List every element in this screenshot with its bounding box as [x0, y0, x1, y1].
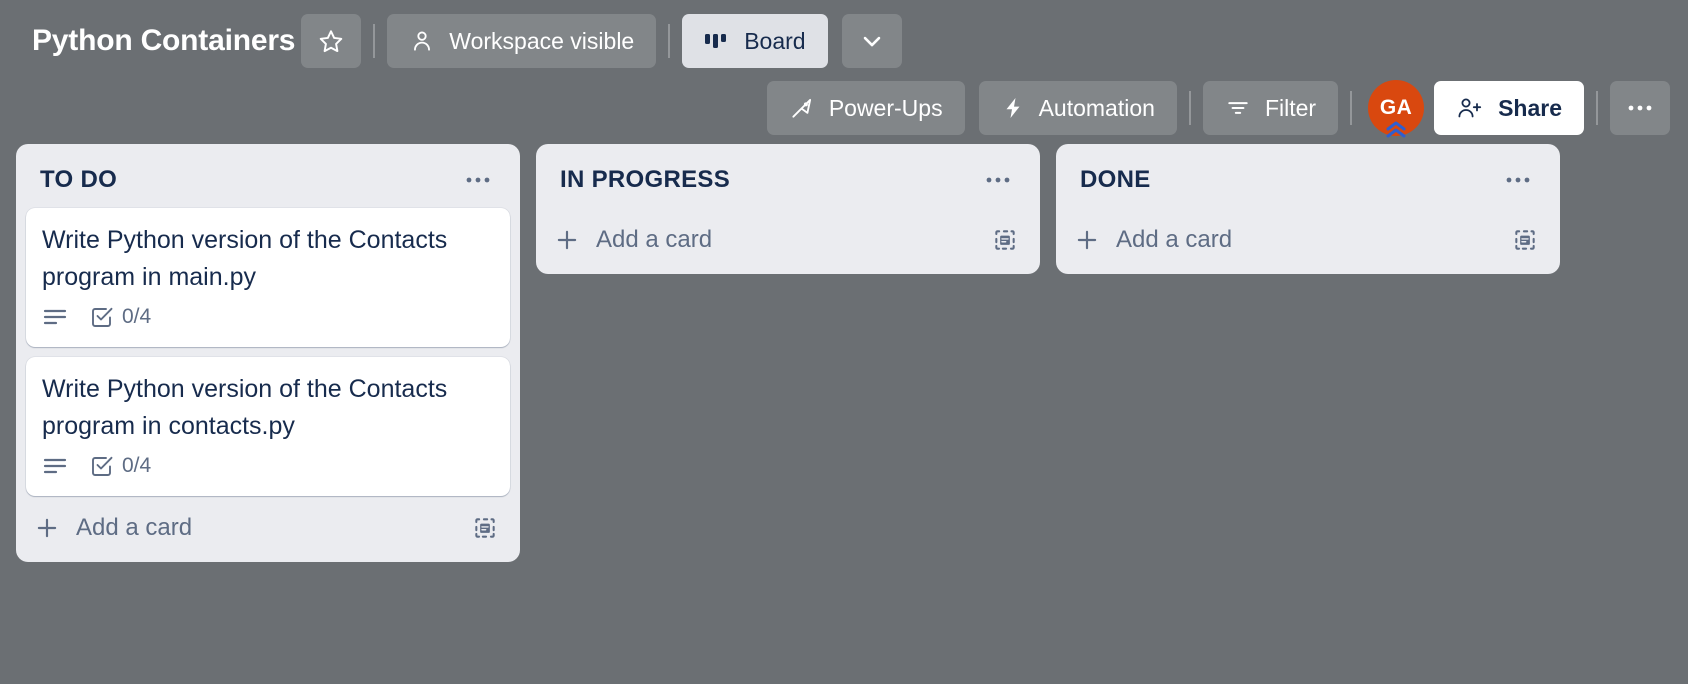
card[interactable]: Write Python version of the Contacts pro…: [26, 208, 510, 347]
list-actions-ellipsis-icon[interactable]: [1496, 169, 1540, 191]
page-title: Python Containers: [32, 24, 296, 57]
card-template-icon[interactable]: [1512, 227, 1538, 253]
share-button[interactable]: Share: [1434, 81, 1584, 135]
board-visibility-label: Workspace visible: [449, 27, 635, 54]
share-label: Share: [1498, 94, 1562, 121]
list-header: DONE: [1056, 152, 1560, 208]
lightning-bolt-icon: [1001, 95, 1025, 121]
card-template-icon[interactable]: [472, 515, 498, 541]
add-card-label: Add a card: [76, 514, 193, 541]
add-card-button[interactable]: Add a card: [554, 226, 712, 254]
card-badges: 0/4: [42, 305, 494, 333]
list-actions-ellipsis-icon[interactable]: [456, 169, 500, 191]
card-title: Write Python version of the Contacts pro…: [42, 375, 448, 440]
list-header: TO DO: [16, 152, 520, 208]
toolbar-divider-3: [1596, 91, 1598, 125]
board-menu-button[interactable]: [1610, 81, 1670, 135]
header-divider-1: [373, 24, 376, 58]
board-view-button[interactable]: Board: [682, 14, 828, 68]
add-card-button[interactable]: Add a card: [34, 514, 192, 542]
chevron-down-icon: [858, 27, 886, 55]
list-done: DONE Add a card: [1056, 144, 1560, 274]
board-lists-container: TO DO Write Python version of the Contac…: [0, 144, 1688, 674]
card-template-icon[interactable]: [992, 227, 1018, 253]
list-in-progress: IN PROGRESS Add a card: [536, 144, 1040, 274]
list-title[interactable]: DONE: [1080, 166, 1151, 194]
person-add-icon: [1456, 95, 1484, 121]
card-badges: 0/4: [42, 454, 494, 482]
automation-label: Automation: [1038, 94, 1155, 121]
board-toolbar: Power-Ups Automation Filter GA Share: [0, 72, 1688, 144]
card-title: Write Python version of the Contacts pro…: [42, 226, 448, 291]
description-icon: [42, 306, 68, 328]
card[interactable]: Write Python version of the Contacts pro…: [26, 357, 510, 496]
checklist-icon: [90, 454, 114, 478]
workspace-members-icon: [409, 28, 435, 54]
header-divider-2: [668, 24, 671, 58]
filter-icon: [1225, 95, 1251, 121]
board-view-label: Board: [744, 27, 806, 54]
list-title[interactable]: TO DO: [40, 166, 117, 194]
toolbar-divider-2: [1350, 91, 1353, 125]
rocket-icon: [789, 95, 815, 121]
board-columns-icon: [704, 30, 730, 52]
add-card-button[interactable]: Add a card: [1074, 226, 1232, 254]
premium-chevrons-icon: [1384, 121, 1408, 139]
board-header: Python Containers Workspace visible Boar: [0, 0, 1688, 82]
add-card-label: Add a card: [596, 226, 713, 253]
filter-button[interactable]: Filter: [1202, 81, 1339, 135]
power-ups-button[interactable]: Power-Ups: [766, 81, 965, 135]
list-title[interactable]: IN PROGRESS: [560, 166, 730, 194]
avatar[interactable]: GA: [1368, 80, 1425, 139]
card-list: Write Python version of the Contacts pro…: [16, 208, 520, 496]
description-icon: [42, 455, 68, 477]
checklist-count: 0/4: [122, 454, 152, 477]
checklist-count: 0/4: [122, 305, 152, 328]
checklist-badge: 0/4: [90, 305, 151, 329]
list-actions-ellipsis-icon[interactable]: [976, 169, 1020, 191]
star-board-button[interactable]: [301, 14, 362, 68]
star-icon: [318, 28, 344, 54]
board-view-dropdown-button[interactable]: [841, 14, 902, 68]
add-card-row[interactable]: Add a card: [1056, 208, 1560, 274]
power-ups-label: Power-Ups: [828, 94, 943, 121]
add-card-label: Add a card: [1116, 226, 1233, 253]
plus-icon: [34, 515, 60, 541]
automation-button[interactable]: Automation: [978, 81, 1177, 135]
checklist-badge: 0/4: [90, 454, 151, 478]
plus-icon: [554, 227, 580, 253]
list-header: IN PROGRESS: [536, 152, 1040, 208]
checklist-icon: [90, 305, 114, 329]
ellipsis-icon: [1626, 103, 1654, 113]
board-visibility-button[interactable]: Workspace visible: [387, 14, 657, 68]
list-todo: TO DO Write Python version of the Contac…: [16, 144, 520, 562]
add-card-row[interactable]: Add a card: [16, 496, 520, 562]
plus-icon: [1074, 227, 1100, 253]
toolbar-divider-1: [1188, 91, 1191, 125]
add-card-row[interactable]: Add a card: [536, 208, 1040, 274]
filter-label: Filter: [1264, 94, 1317, 121]
